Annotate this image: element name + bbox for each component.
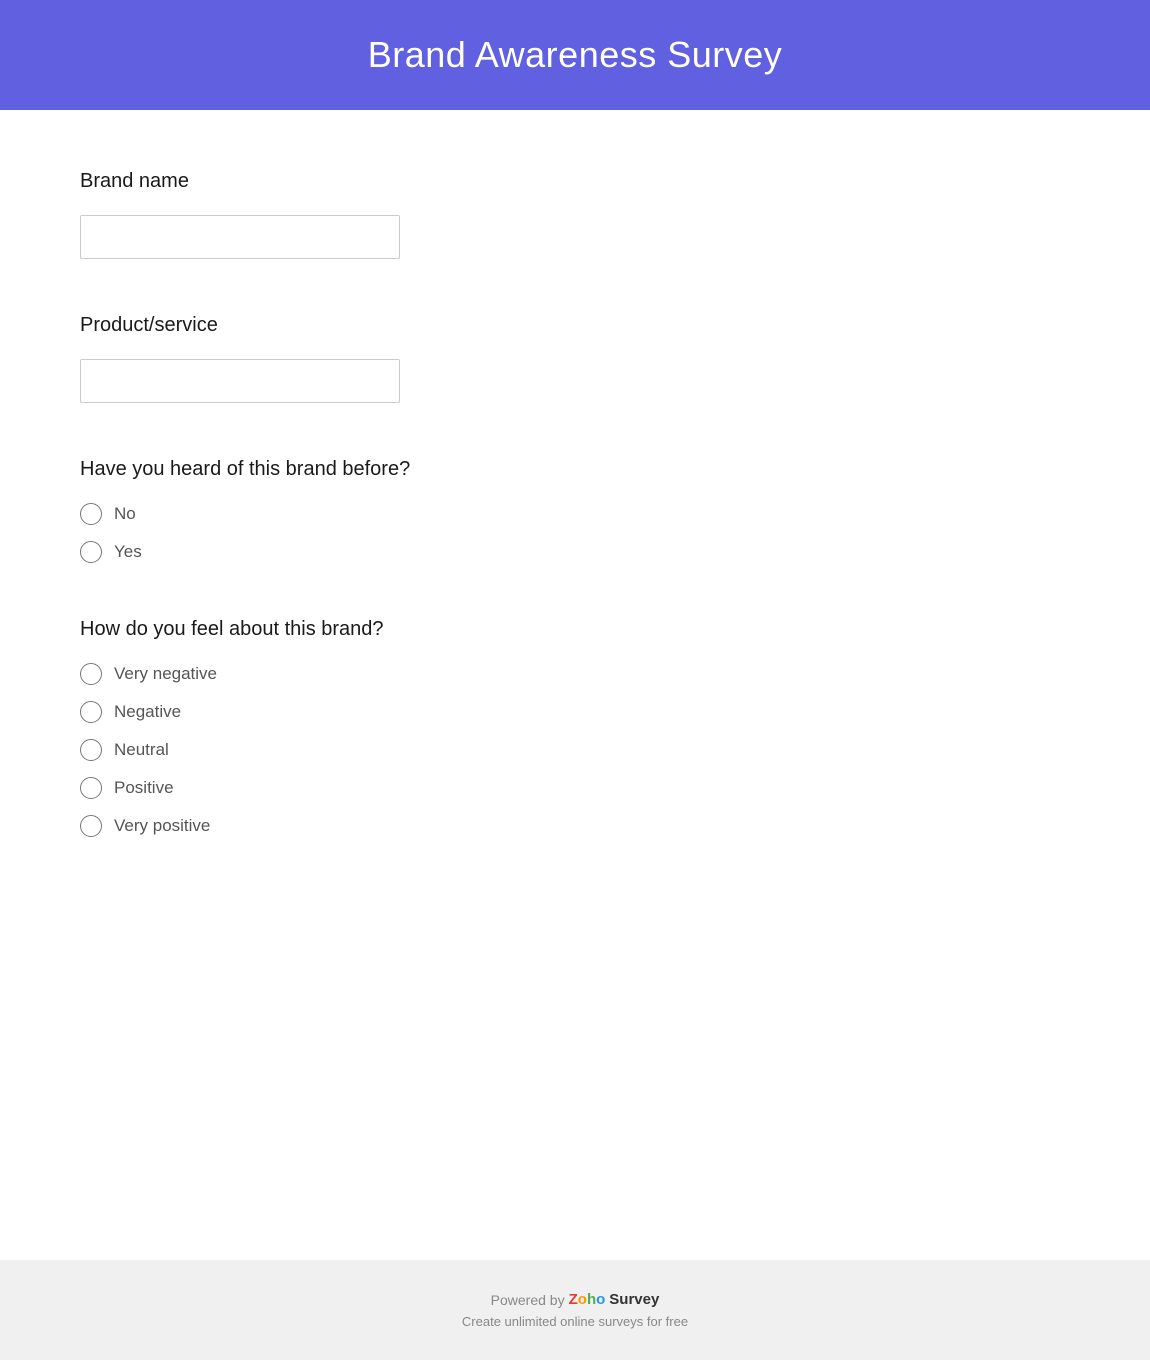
heard-before-label: Have you heard of this brand before? [80, 458, 1070, 481]
feeling-very-positive-label: Very positive [114, 816, 210, 836]
survey-content: Brand name Product/service Have you hear… [0, 110, 1150, 1260]
brand-feeling-label: How do you feel about this brand? [80, 618, 1070, 641]
brand-name-input[interactable] [80, 215, 400, 259]
brand-name-section: Brand name [80, 170, 1070, 259]
feeling-neutral-label: Neutral [114, 740, 169, 760]
feeling-negative-label: Negative [114, 702, 181, 722]
zoho-logo: Zoho [569, 1291, 606, 1308]
heard-before-section: Have you heard of this brand before? No … [80, 458, 1070, 563]
feeling-very-negative-option[interactable]: Very negative [80, 663, 1070, 685]
feeling-negative-radio[interactable] [80, 701, 102, 723]
zoho-z: Z [569, 1291, 578, 1308]
zoho-h: h [587, 1291, 596, 1308]
feeling-positive-radio[interactable] [80, 777, 102, 799]
heard-before-no-label: No [114, 504, 136, 524]
feeling-very-positive-radio[interactable] [80, 815, 102, 837]
heard-before-radio-group: No Yes [80, 503, 1070, 563]
footer-tagline: Create unlimited online surveys for free [462, 1314, 688, 1329]
powered-by-line: Powered by Zoho Survey [491, 1291, 660, 1308]
feeling-neutral-option[interactable]: Neutral [80, 739, 1070, 761]
feeling-negative-option[interactable]: Negative [80, 701, 1070, 723]
heard-before-no-radio[interactable] [80, 503, 102, 525]
survey-header: Brand Awareness Survey [0, 0, 1150, 110]
feeling-positive-label: Positive [114, 778, 174, 798]
survey-footer: Powered by Zoho Survey Create unlimited … [0, 1260, 1150, 1360]
survey-label: Survey [609, 1291, 659, 1308]
zoho-o1: o [578, 1291, 587, 1308]
powered-by-text: Powered by [491, 1292, 565, 1308]
product-service-label: Product/service [80, 314, 1070, 337]
brand-feeling-section: How do you feel about this brand? Very n… [80, 618, 1070, 837]
product-service-section: Product/service [80, 314, 1070, 403]
product-service-input[interactable] [80, 359, 400, 403]
feeling-very-positive-option[interactable]: Very positive [80, 815, 1070, 837]
survey-title: Brand Awareness Survey [368, 34, 783, 76]
feeling-very-negative-label: Very negative [114, 664, 217, 684]
heard-before-yes-label: Yes [114, 542, 142, 562]
feeling-very-negative-radio[interactable] [80, 663, 102, 685]
zoho-o2: o [596, 1291, 605, 1308]
heard-before-yes-option[interactable]: Yes [80, 541, 1070, 563]
feeling-neutral-radio[interactable] [80, 739, 102, 761]
brand-name-label: Brand name [80, 170, 1070, 193]
heard-before-no-option[interactable]: No [80, 503, 1070, 525]
heard-before-yes-radio[interactable] [80, 541, 102, 563]
feeling-positive-option[interactable]: Positive [80, 777, 1070, 799]
brand-feeling-radio-group: Very negative Negative Neutral Positive … [80, 663, 1070, 837]
